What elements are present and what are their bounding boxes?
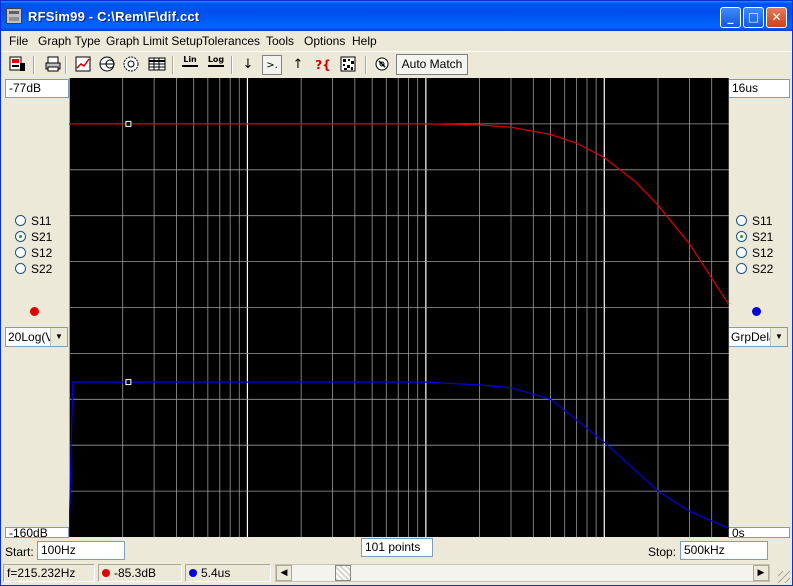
toolbar-separator — [172, 56, 174, 74]
radio-button[interactable] — [15, 263, 26, 274]
blue-trace-value: 5.4us — [201, 566, 231, 580]
app-window: RFSim99 - C:\Rem\F\dif.cct _ □ ✕ File Gr… — [0, 0, 793, 586]
resize-grip-icon[interactable] — [778, 571, 790, 583]
left-format-value: 20Log(V — [8, 330, 54, 344]
menu-file[interactable]: File — [9, 34, 28, 48]
smith-chart-icon[interactable] — [97, 55, 117, 75]
menu-options[interactable]: Options — [304, 34, 345, 48]
response-plot[interactable] — [69, 78, 729, 537]
status-bar: f=215.232Hz -85.3dB 5.4us ◀ ▶ — [1, 562, 792, 585]
marker-point — [125, 379, 132, 386]
log-label: Log — [207, 55, 225, 64]
radio-button[interactable] — [736, 215, 747, 226]
radio-button[interactable] — [15, 247, 26, 258]
right-bottom-limit-field[interactable]: 0s — [728, 527, 790, 538]
query-icon[interactable]: ?{ — [313, 55, 333, 75]
chevron-down-icon[interactable]: ▼ — [50, 328, 67, 346]
radio-label: S22 — [31, 262, 53, 276]
graph-area[interactable] — [69, 78, 729, 537]
left-trace-color-dot[interactable] — [30, 307, 39, 316]
zoom-in-icon[interactable]: >.< — [262, 55, 282, 91]
blue-trace-readout: 5.4us — [185, 564, 271, 582]
optimize-icon[interactable] — [338, 55, 358, 75]
maximize-button[interactable]: □ — [743, 7, 764, 28]
polar-chart-icon[interactable] — [121, 55, 141, 75]
auto-match-button[interactable]: Auto Match — [396, 54, 468, 75]
radio-button-selected[interactable] — [736, 231, 747, 242]
radio-button-selected[interactable] — [15, 231, 26, 242]
radio-button[interactable] — [15, 215, 26, 226]
menu-bar: File Graph Type Graph Limit Setup Tolera… — [1, 31, 792, 51]
right-format-value: GrpDela — [731, 330, 776, 344]
radio-label: S12 — [752, 246, 774, 260]
scroll-right-icon[interactable]: ▶ — [753, 565, 769, 581]
app-icon[interactable] — [6, 8, 22, 24]
linear-scale-icon[interactable]: Lin — [180, 55, 200, 75]
radio-label: S11 — [752, 214, 773, 228]
menu-graph-limit-setup[interactable]: Graph Limit Setup — [106, 34, 203, 48]
toolbar-separator — [65, 56, 67, 74]
stop-label: Stop: — [648, 545, 677, 559]
start-frequency-field[interactable]: 100Hz — [37, 541, 125, 560]
toolbar-separator — [231, 56, 233, 74]
radio-button[interactable] — [736, 263, 747, 274]
radio-label: S21 — [752, 230, 774, 244]
toolbar-separator — [365, 56, 367, 74]
lin-label: Lin — [183, 55, 197, 64]
right-trace-color-dot[interactable] — [752, 307, 761, 316]
start-label: Start: — [5, 545, 34, 559]
chevron-down-icon[interactable]: ▼ — [770, 328, 787, 346]
menu-help[interactable]: Help — [352, 34, 377, 48]
log-scale-icon[interactable]: Log — [206, 55, 226, 75]
table-icon[interactable] — [147, 55, 167, 75]
save-edit-icon[interactable] — [7, 55, 27, 75]
radio-label: S12 — [31, 246, 53, 260]
scroll-thumb[interactable] — [335, 565, 351, 581]
red-trace-line — [69, 123, 729, 306]
red-trace-value: -85.3dB — [114, 566, 157, 580]
red-trace-readout: -85.3dB — [98, 564, 182, 582]
minimize-button[interactable]: _ — [720, 7, 741, 28]
title-bar[interactable]: RFSim99 - C:\Rem\F\dif.cct _ □ ✕ — [1, 1, 792, 31]
marker-scrollbar[interactable]: ◀ ▶ — [275, 564, 770, 582]
tune-icon[interactable] — [372, 55, 392, 75]
close-button[interactable]: ✕ — [766, 7, 787, 28]
cursor-down-icon[interactable]: ↓ — [238, 55, 258, 75]
sweep-bar: Start: 100Hz 101 points Stop: 500kHz — [1, 538, 792, 562]
toolbar: Lin Log ↓ >.< ↑ ?{ Auto Match — [1, 51, 792, 91]
toolbar-separator — [33, 56, 35, 74]
red-dot-icon — [102, 569, 110, 577]
print-icon[interactable] — [43, 55, 63, 75]
points-field[interactable]: 101 points — [361, 538, 433, 557]
blue-dot-icon — [189, 569, 197, 577]
cursor-up-icon[interactable]: ↑ — [288, 55, 308, 75]
right-format-select[interactable]: GrpDela ▼ — [728, 327, 788, 347]
radio-label: S22 — [752, 262, 774, 276]
right-top-limit-field[interactable]: 16us — [728, 79, 790, 98]
menu-graph-type[interactable]: Graph Type — [38, 34, 100, 48]
blue-trace-line — [69, 381, 729, 537]
marker-point — [125, 120, 132, 127]
left-format-select[interactable]: 20Log(V ▼ — [5, 327, 68, 347]
left-top-limit-field[interactable]: -77dB — [5, 79, 69, 98]
scroll-left-icon[interactable]: ◀ — [276, 565, 292, 581]
left-bottom-limit-field[interactable]: -160dB — [5, 527, 69, 538]
menu-tolerances[interactable]: Tolerances — [202, 34, 260, 48]
stop-frequency-field[interactable]: 500kHz — [680, 541, 768, 560]
radio-button[interactable] — [736, 247, 747, 258]
radio-label: S21 — [31, 230, 53, 244]
menu-tools[interactable]: Tools — [266, 34, 294, 48]
window-title: RFSim99 - C:\Rem\F\dif.cct — [28, 9, 200, 24]
radio-label: S11 — [31, 214, 52, 228]
rect-graph-icon[interactable] — [73, 55, 93, 75]
frequency-readout: f=215.232Hz — [3, 564, 95, 582]
